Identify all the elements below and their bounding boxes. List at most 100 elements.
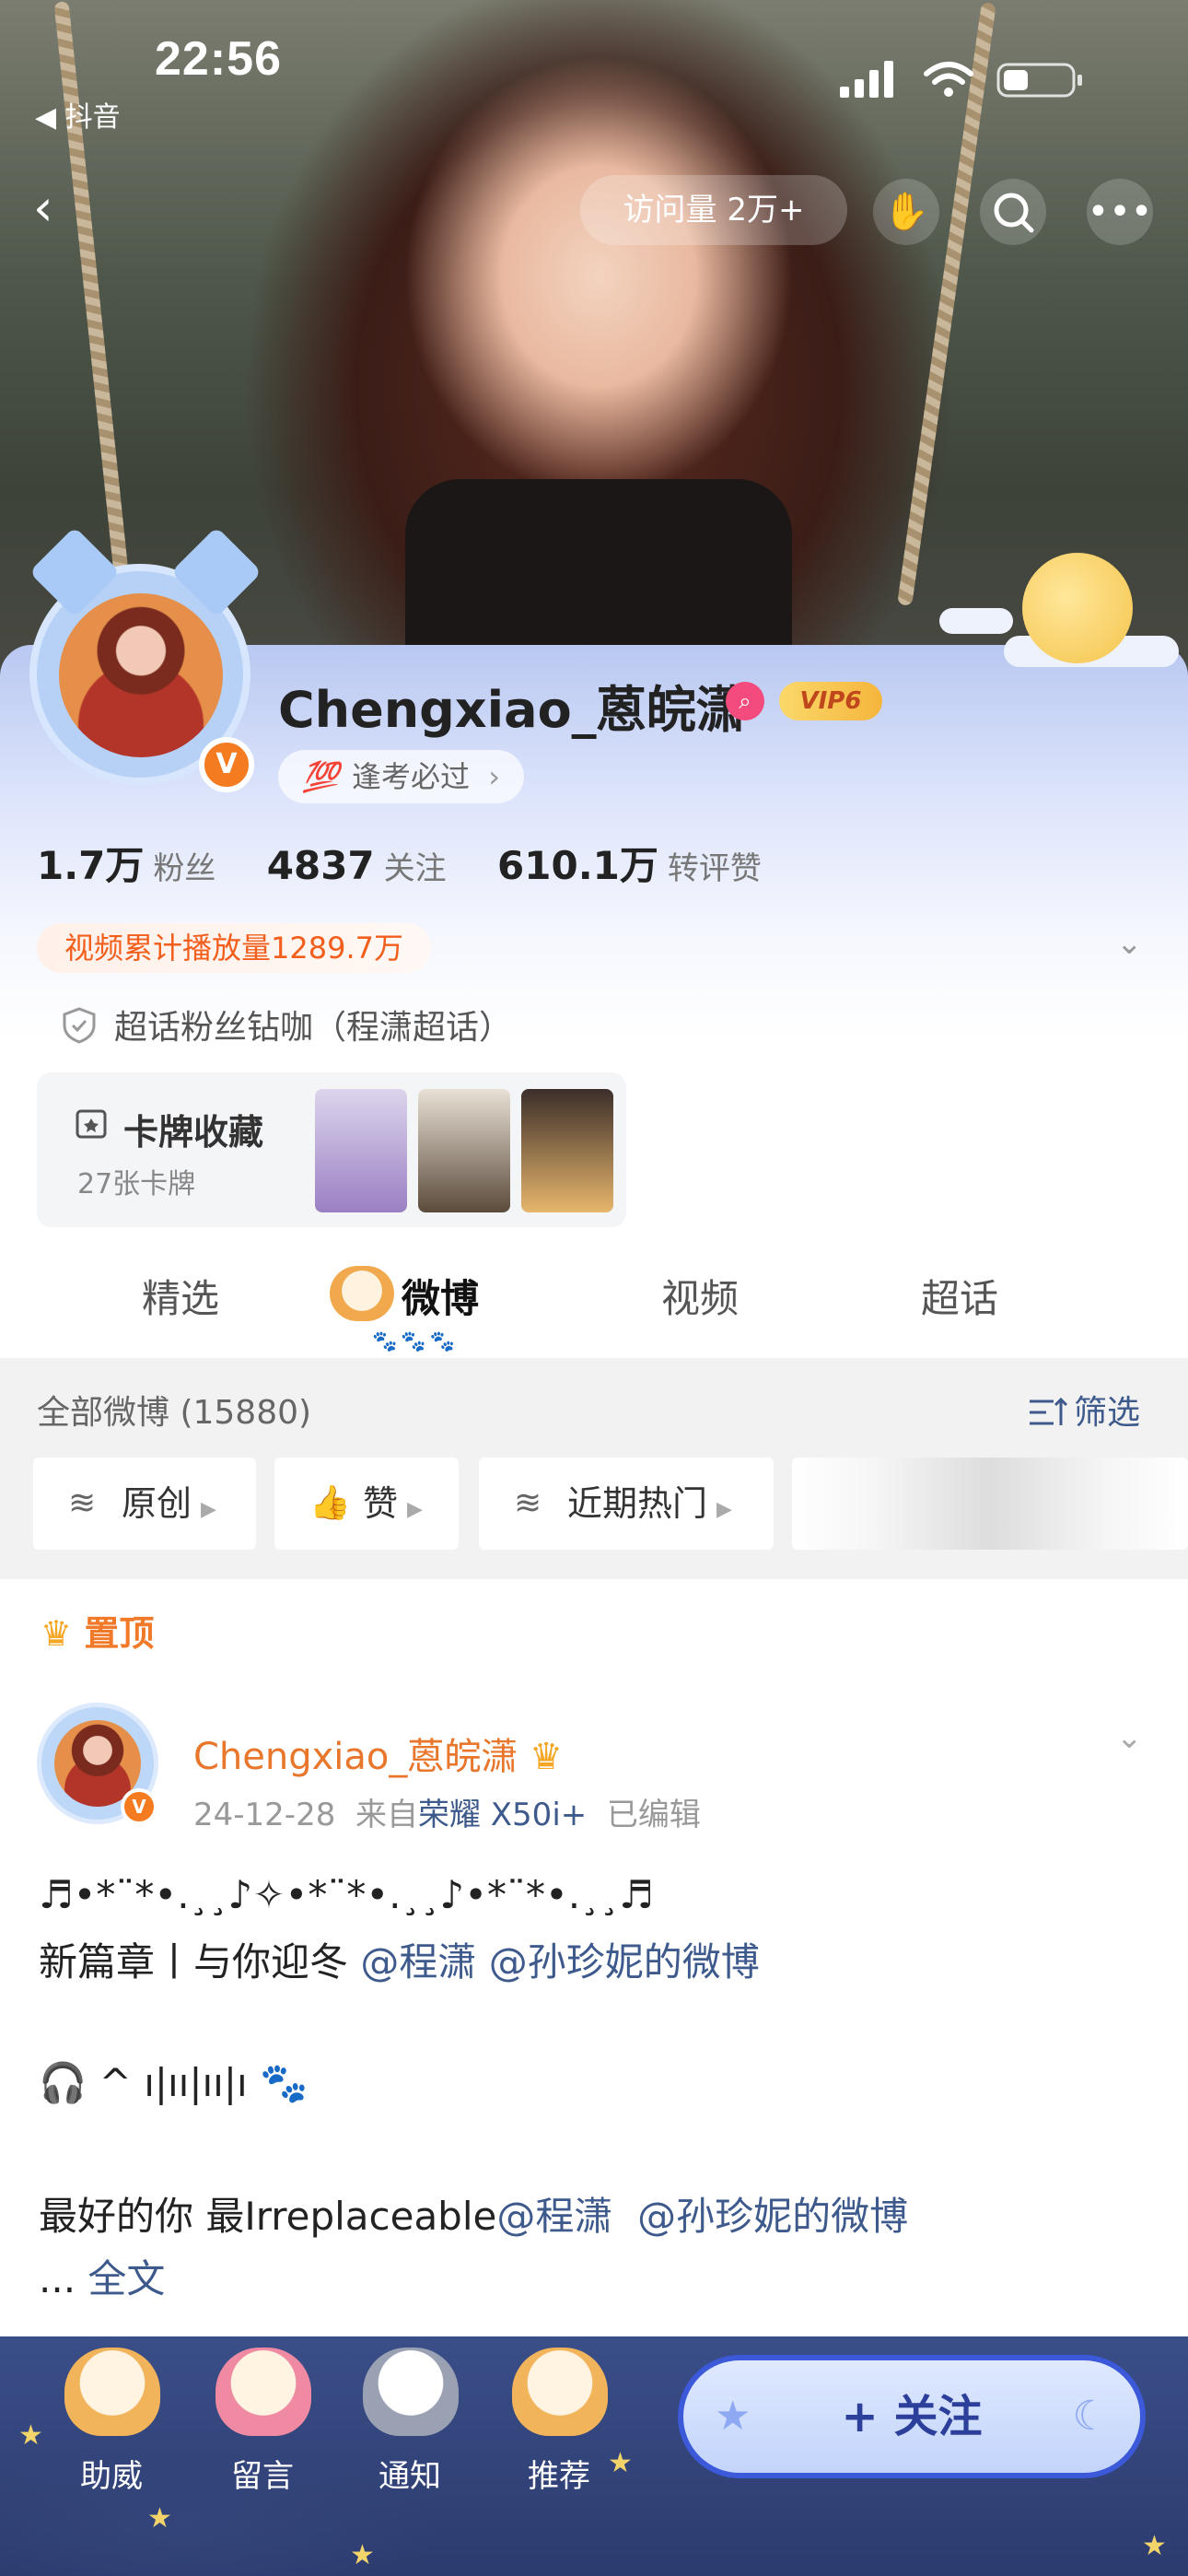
chip-label: 赞 bbox=[363, 1483, 399, 1524]
post-count: 全部微博 (15880) bbox=[37, 1394, 312, 1432]
pinned-post: ♛ 置顶 V Chengxiao_蒽皖潇 ♛ ⌄ 24-12-28 来自荣耀 X… bbox=[0, 1581, 1188, 2336]
card-thumbnail bbox=[418, 1089, 510, 1212]
stat-number: 1.7万 bbox=[37, 843, 145, 888]
recommend-cat-icon bbox=[512, 2348, 608, 2436]
thumbs-up-icon: 👍 bbox=[309, 1484, 351, 1522]
card-collection-count: 27张卡牌 bbox=[77, 1168, 196, 1200]
member-search-icon[interactable]: ⌕ bbox=[726, 682, 764, 720]
recommend-label: 推荐 bbox=[528, 2458, 590, 2495]
post-line-emoji: 🎧 ^ ı|ıı|ıı|ı 🐾 bbox=[39, 2060, 309, 2105]
read-full-link[interactable]: 全文 bbox=[87, 2256, 165, 2301]
pinned-text: 置顶 bbox=[84, 1613, 155, 1654]
visits-count[interactable]: 访问量 2万+ bbox=[580, 175, 847, 245]
tab-videos[interactable]: 视频 bbox=[661, 1268, 739, 1324]
post-menu-chevron-icon[interactable]: ⌄ bbox=[1116, 1719, 1143, 1756]
profile-avatar[interactable]: V bbox=[29, 526, 262, 792]
hundred-icon: 💯 bbox=[302, 759, 339, 794]
caret-right-icon: ▶ bbox=[201, 1498, 216, 1521]
post-author-label: Chengxiao_蒽皖潇 bbox=[193, 1736, 518, 1778]
message-label: 留言 bbox=[231, 2458, 294, 2495]
caret-right-icon: ▶ bbox=[716, 1498, 732, 1521]
profile-tag[interactable]: 💯 逢考必过 › bbox=[278, 750, 524, 803]
chip-label: 原创 bbox=[122, 1483, 192, 1524]
tab-super-topics[interactable]: 超话 bbox=[921, 1268, 998, 1324]
more-icon[interactable]: ••• bbox=[1087, 179, 1153, 245]
profile-tag-label: 逢考必过 bbox=[352, 759, 471, 794]
star-icon: ★ bbox=[715, 2393, 751, 2440]
moon-icon: ☾ bbox=[1072, 2393, 1109, 2440]
mention-link[interactable]: @孙珍妮的微博 bbox=[637, 2194, 908, 2239]
mention-link[interactable]: @程潇 bbox=[360, 1939, 476, 1985]
verified-badge-icon: V bbox=[199, 737, 254, 792]
card-collection-icon bbox=[76, 1109, 107, 1139]
chip-original[interactable]: ≋ 原创 ▶ bbox=[33, 1458, 256, 1550]
back-icon[interactable]: ‹ bbox=[33, 181, 88, 236]
stat-number: 4837 bbox=[266, 843, 375, 888]
super-topic-label: 超话粉丝钻咖（程潇超话） bbox=[114, 1009, 513, 1047]
filter-button[interactable]: 筛选 bbox=[1028, 1386, 1140, 1434]
search-icon[interactable] bbox=[980, 179, 1046, 245]
cellular-signal-icon bbox=[840, 61, 893, 98]
moon-decoration bbox=[1022, 553, 1133, 663]
mention-link[interactable]: @程潇 bbox=[496, 2194, 612, 2239]
tab-featured[interactable]: 精选 bbox=[142, 1268, 219, 1324]
layers-icon: ≋ bbox=[68, 1484, 97, 1522]
stat-label: 转评赞 bbox=[667, 850, 762, 887]
battery-icon bbox=[996, 63, 1082, 98]
back-app-label: 抖音 bbox=[64, 101, 121, 134]
post-author-name[interactable]: Chengxiao_蒽皖潇 ♛ bbox=[193, 1727, 563, 1780]
stat-label: 关注 bbox=[383, 850, 447, 887]
post-date: 24-12-28 bbox=[193, 1797, 336, 1833]
star-decoration: ★ bbox=[1142, 2530, 1167, 2562]
profile-username: Chengxiao_蒽皖潇 bbox=[278, 681, 746, 739]
layers-icon: ≋ bbox=[514, 1484, 542, 1522]
stat-label: 粉丝 bbox=[153, 850, 216, 887]
post-read-more: ... 全文 bbox=[39, 2248, 165, 2304]
card-thumbnail bbox=[315, 1089, 407, 1212]
tab-weibo[interactable]: 微博 bbox=[402, 1268, 479, 1324]
post-from-prefix: 来自 bbox=[355, 1797, 418, 1833]
stat-followers[interactable]: 1.7万 粉丝 bbox=[37, 843, 215, 888]
follow-label: + 关注 bbox=[841, 2391, 983, 2442]
vip-badge[interactable]: VIP6 bbox=[779, 682, 882, 720]
stat-number: 610.1万 bbox=[497, 843, 658, 888]
mention-link[interactable]: @孙珍妮的微博 bbox=[489, 1939, 760, 1985]
avatar-photo bbox=[59, 593, 223, 757]
chevron-right-icon: › bbox=[488, 759, 500, 794]
post-text: 新篇章丨与你迎冬 bbox=[39, 1939, 349, 1985]
crown-badge-icon: ♛ bbox=[530, 1736, 563, 1778]
super-topic-badge[interactable]: 超话粉丝钻咖（程潇超话） bbox=[59, 1001, 512, 1048]
pinned-label: ♛ 置顶 bbox=[41, 1605, 154, 1656]
feed-filter-bar: 全部微博 (15880) 筛选 ≋ 原创 ▶ 👍 赞 ▶ ≋ 近期热门 ▶ bbox=[0, 1358, 1188, 1579]
stat-interactions[interactable]: 610.1万 转评赞 bbox=[497, 843, 762, 888]
video-play-count: 视频累计播放量1289.7万 bbox=[37, 923, 431, 973]
wifi-icon bbox=[924, 62, 973, 97]
follow-button[interactable]: ★ + 关注 ☾ bbox=[678, 2355, 1146, 2478]
notify-label: 通知 bbox=[379, 2458, 441, 2495]
post-line-body: 最好的你 最Irreplaceable@程潇 @孙珍妮的微博 bbox=[39, 2185, 908, 2242]
recommend-button[interactable]: 推荐 bbox=[499, 2348, 619, 2513]
chip-recent-hot[interactable]: ≋ 近期热门 ▶ bbox=[479, 1458, 774, 1550]
top-nav: ‹ 访问量 2万+ ✋ ••• bbox=[0, 175, 1188, 249]
chip-label: 近期热门 bbox=[567, 1483, 708, 1524]
message-button[interactable]: 留言 bbox=[203, 2348, 322, 2513]
post-device[interactable]: 荣耀 X50i+ bbox=[418, 1797, 587, 1833]
verified-badge-icon: V bbox=[121, 1788, 157, 1825]
greet-hand-icon[interactable]: ✋ bbox=[873, 179, 939, 245]
chip-blurred[interactable] bbox=[792, 1458, 1188, 1550]
stat-following[interactable]: 4837 关注 bbox=[267, 843, 447, 888]
status-time: 22:56 bbox=[155, 32, 282, 86]
status-bar: 22:56 ◀ 抖音 bbox=[0, 0, 1188, 147]
cat-mascot-icon bbox=[330, 1266, 394, 1321]
crown-icon: ♛ bbox=[41, 1613, 73, 1654]
notify-button[interactable]: 通知 bbox=[350, 2348, 470, 2513]
profile-page: { "status": {"time": "22:56", "back_app"… bbox=[0, 0, 1188, 2576]
cheer-button[interactable]: 助威 bbox=[52, 2348, 171, 2513]
post-line-title: 新篇章丨与你迎冬 @程潇 @孙珍妮的微博 bbox=[39, 1931, 760, 1987]
post-author-avatar[interactable]: V bbox=[37, 1703, 158, 1825]
chip-likes[interactable]: 👍 赞 ▶ bbox=[274, 1458, 459, 1550]
expand-chevron-icon[interactable]: ⌄ bbox=[1116, 925, 1143, 962]
card-collection[interactable]: 卡牌收藏 27张卡牌 bbox=[37, 1072, 626, 1227]
back-to-app[interactable]: ◀ 抖音 bbox=[35, 94, 121, 135]
cheer-cat-icon bbox=[64, 2348, 160, 2436]
